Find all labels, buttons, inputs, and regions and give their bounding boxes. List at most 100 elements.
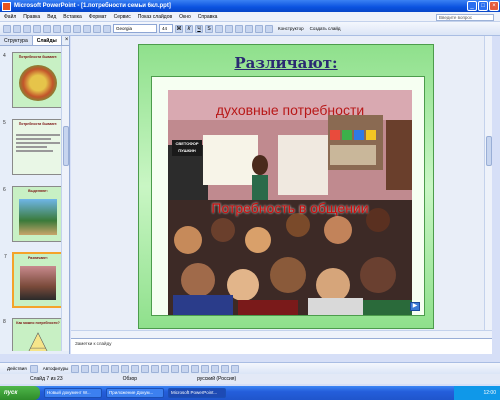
numbering-icon[interactable] bbox=[245, 24, 253, 33]
undo-icon[interactable] bbox=[93, 24, 101, 33]
font-size-select[interactable]: 44 bbox=[159, 24, 173, 33]
thumb-text-lines bbox=[16, 132, 60, 154]
paste-icon[interactable] bbox=[83, 24, 91, 33]
editor-vertical-scrollbar[interactable] bbox=[484, 36, 492, 330]
task-word-1[interactable]: Новый документ W... bbox=[44, 388, 102, 398]
slide-title[interactable]: Различают: bbox=[139, 54, 433, 72]
next-slide-button[interactable]: ▶ bbox=[410, 302, 420, 311]
menu-file[interactable]: Файл bbox=[4, 14, 16, 20]
pointer-icon[interactable] bbox=[29, 364, 38, 373]
slide-thumb-7[interactable]: 7 Различают: bbox=[4, 252, 64, 308]
slide-thumb-5[interactable]: 5 Потребности бывают: bbox=[3, 119, 64, 175]
start-button[interactable]: пуск bbox=[0, 386, 40, 400]
thumb-title: Как можно потребности? bbox=[16, 321, 60, 325]
fill-color-icon[interactable] bbox=[161, 364, 170, 373]
thumb-number: 4 bbox=[3, 53, 6, 59]
new-slide-button[interactable]: Создать слайд bbox=[310, 26, 341, 31]
caption-spiritual-needs[interactable]: духовные потребности bbox=[168, 102, 412, 118]
current-slide[interactable]: Различают: СВЕТОФОР ПУШКИН духовные потр… bbox=[138, 44, 434, 329]
arrow-icon[interactable] bbox=[81, 364, 90, 373]
print-icon[interactable] bbox=[33, 24, 41, 33]
window-controls: _ □ × bbox=[467, 1, 499, 11]
slide-thumb-8[interactable]: 8 Как можно потребности? bbox=[3, 318, 64, 351]
font-color-icon[interactable] bbox=[265, 24, 273, 33]
shadow-style-icon[interactable] bbox=[221, 364, 230, 373]
bullets-icon[interactable] bbox=[255, 24, 263, 33]
help-search-input[interactable]: Введите вопрос bbox=[436, 14, 494, 21]
menu-window[interactable]: Окно bbox=[179, 14, 191, 20]
arrow-style-icon[interactable] bbox=[211, 364, 220, 373]
menu-tools[interactable]: Сервис bbox=[114, 14, 131, 20]
align-right-icon[interactable] bbox=[235, 24, 243, 33]
system-tray: 12:00 bbox=[454, 386, 500, 400]
slide-thumb-6[interactable]: 6 Выделяют: bbox=[3, 186, 64, 242]
caption-communication-need[interactable]: Потребность в общении bbox=[168, 200, 412, 216]
menu-insert[interactable]: Вставка bbox=[63, 14, 82, 20]
tab-slides[interactable]: Слайды bbox=[32, 36, 62, 45]
task-word-2[interactable]: Приложение Докум... bbox=[106, 388, 164, 398]
align-left-icon[interactable] bbox=[215, 24, 223, 33]
classroom-photo[interactable]: СВЕТОФОР ПУШКИН духовные потребности Пот… bbox=[168, 90, 412, 315]
formatting-toolbar: Georgia 44 Ж К Ч S Конструктор Создать с… bbox=[0, 22, 500, 36]
scrollbar-thumb[interactable] bbox=[63, 126, 69, 166]
thumb-number: 5 bbox=[3, 120, 6, 126]
bold-label: Ж bbox=[176, 25, 182, 32]
task-powerpoint[interactable]: Microsoft PowerPoint... bbox=[168, 388, 226, 398]
menu-help[interactable]: Справка bbox=[198, 14, 218, 20]
menu-edit[interactable]: Правка bbox=[23, 14, 40, 20]
line-color-icon[interactable] bbox=[171, 364, 180, 373]
minimize-button[interactable]: _ bbox=[467, 1, 477, 11]
italic-button[interactable]: К bbox=[185, 24, 193, 33]
copy-icon[interactable] bbox=[73, 24, 81, 33]
clipart-icon[interactable] bbox=[141, 364, 150, 373]
slide-counter: Слайд 7 из 23 bbox=[30, 376, 63, 382]
preview-icon[interactable] bbox=[43, 24, 51, 33]
slide-thumb-4[interactable]: 4 Потребности бывают: bbox=[3, 52, 64, 108]
rectangle-icon[interactable] bbox=[91, 364, 100, 373]
cut-icon[interactable] bbox=[63, 24, 71, 33]
line-icon[interactable] bbox=[71, 364, 80, 373]
underline-button[interactable]: Ч bbox=[195, 24, 203, 33]
bold-button[interactable]: Ж bbox=[175, 24, 183, 33]
oval-icon[interactable] bbox=[101, 364, 110, 373]
editor-horizontal-scrollbar[interactable] bbox=[71, 330, 492, 338]
close-button[interactable]: × bbox=[489, 1, 499, 11]
menu-slideshow[interactable]: Показ слайдов bbox=[138, 14, 172, 20]
shadow-button[interactable]: S bbox=[205, 24, 213, 33]
open-icon[interactable] bbox=[13, 24, 21, 33]
language-indicator: русский (Россия) bbox=[197, 376, 237, 382]
panel-close-button[interactable]: × bbox=[62, 36, 72, 45]
save-icon[interactable] bbox=[23, 24, 31, 33]
spell-icon[interactable] bbox=[53, 24, 61, 33]
thumb-number: 8 bbox=[3, 319, 6, 325]
text-color-icon[interactable] bbox=[181, 364, 190, 373]
tab-outline[interactable]: Структура bbox=[0, 36, 33, 45]
designer-button[interactable]: Конструктор bbox=[278, 26, 304, 31]
menu-format[interactable]: Формат bbox=[89, 14, 107, 20]
editor-scrollbar-thumb[interactable] bbox=[486, 136, 492, 166]
menu-view[interactable]: Вид bbox=[47, 14, 56, 20]
3d-style-icon[interactable] bbox=[231, 364, 240, 373]
taskbar: пуск Новый документ W... Приложение Доку… bbox=[0, 386, 500, 400]
italic-label: К bbox=[187, 25, 191, 32]
line-style-icon[interactable] bbox=[191, 364, 200, 373]
shadow-label: S bbox=[207, 25, 211, 32]
new-icon[interactable] bbox=[3, 24, 11, 33]
font-select[interactable]: Georgia bbox=[113, 24, 157, 33]
dash-style-icon[interactable] bbox=[201, 364, 210, 373]
clock: 12:00 bbox=[483, 390, 496, 396]
design-name: Обзор bbox=[122, 376, 138, 382]
autoshapes-menu[interactable]: Автофигуры bbox=[43, 366, 69, 371]
picture-icon[interactable] bbox=[151, 364, 160, 373]
actions-menu[interactable]: Действия bbox=[7, 366, 27, 371]
redo-icon[interactable] bbox=[103, 24, 111, 33]
thumb-title: Потребности бывают: bbox=[18, 55, 58, 59]
notes-pane[interactable]: Заметки к слайду bbox=[71, 338, 492, 354]
diagram-icon[interactable] bbox=[131, 364, 140, 373]
slide-editor: Различают: СВЕТОФОР ПУШКИН духовные потр… bbox=[71, 36, 492, 338]
align-center-icon[interactable] bbox=[225, 24, 233, 33]
textbox-icon[interactable] bbox=[111, 364, 120, 373]
wordart-icon[interactable] bbox=[121, 364, 130, 373]
maximize-button[interactable]: □ bbox=[478, 1, 488, 11]
thumbnail-scrollbar[interactable] bbox=[61, 46, 69, 351]
